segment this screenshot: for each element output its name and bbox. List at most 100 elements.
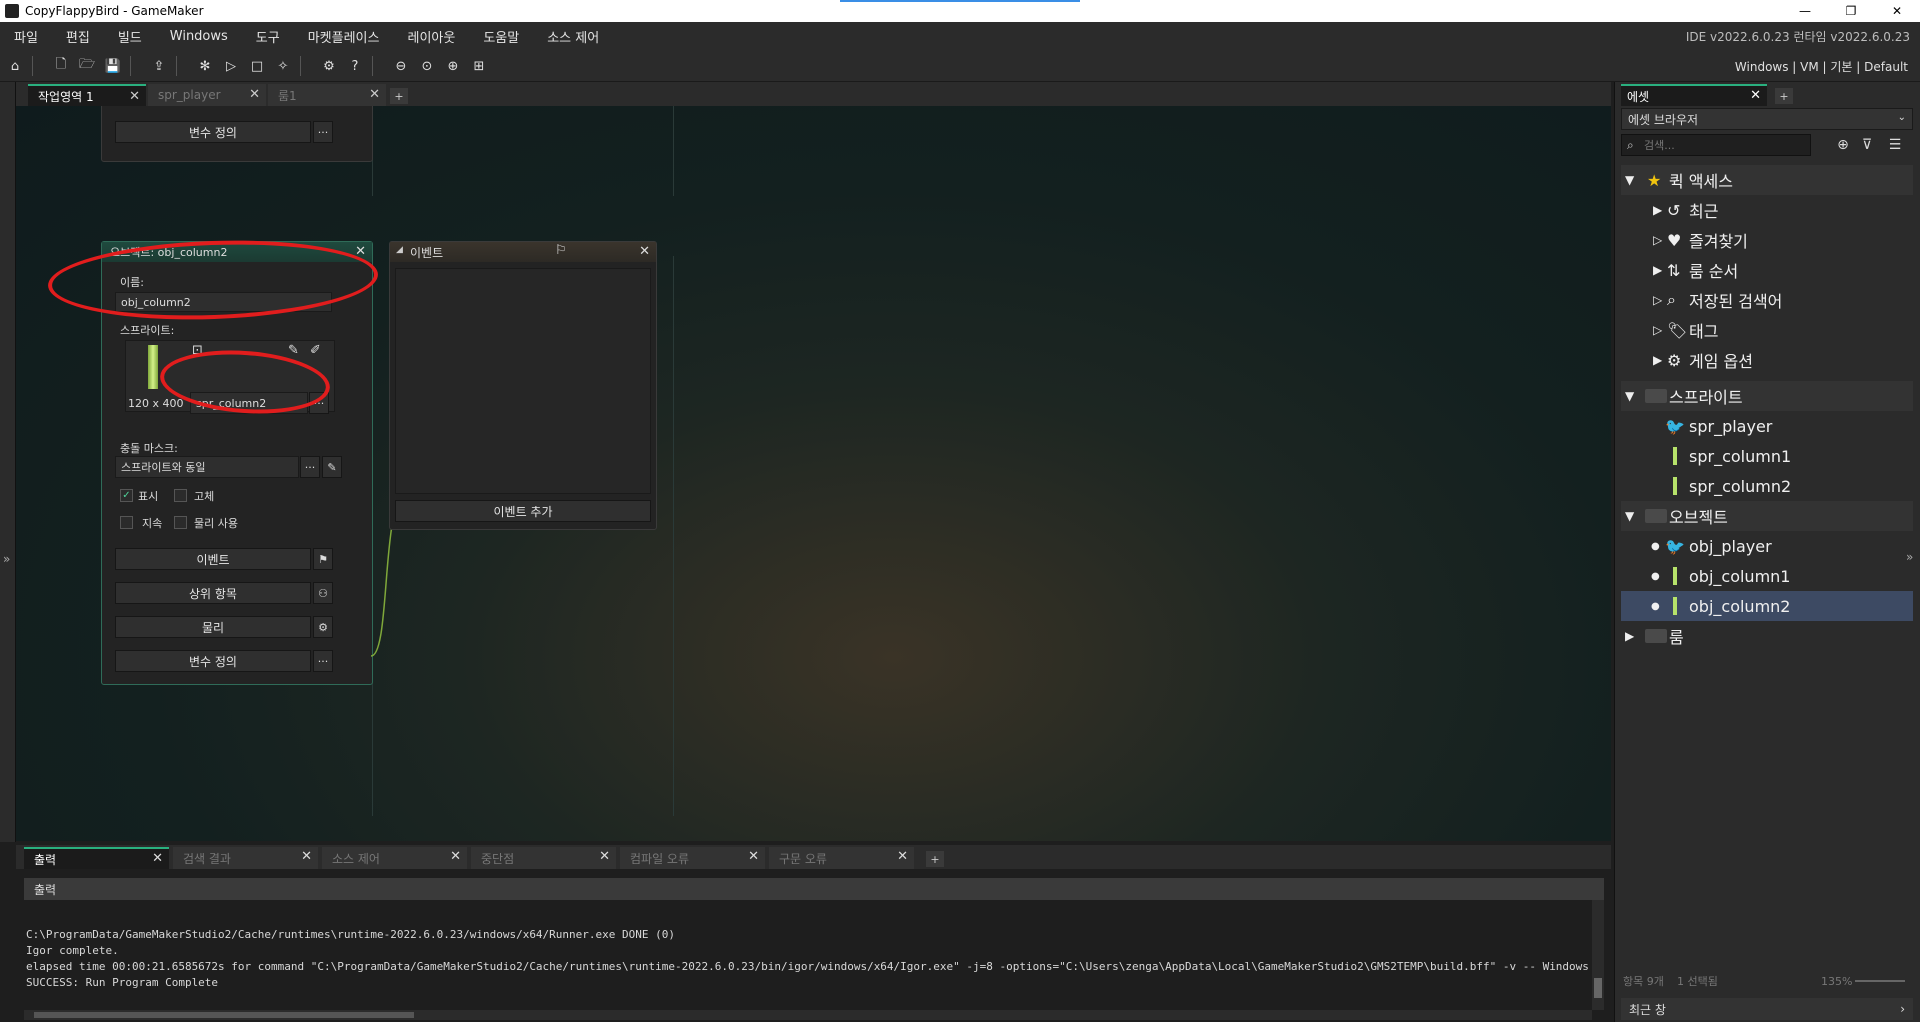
- edit-mask-icon[interactable]: ✎: [322, 456, 342, 478]
- tree-group-quick-access[interactable]: ▼ ★ 퀵 액세스: [1621, 165, 1913, 195]
- add-tab-button[interactable]: +: [390, 88, 408, 104]
- menu-source-control[interactable]: 소스 제어: [533, 27, 613, 46]
- expand-arrow-icon[interactable]: ▶: [1653, 203, 1662, 217]
- collision-mask-select[interactable]: 스프라이트와 동일: [115, 456, 299, 478]
- help-icon[interactable]: ?: [344, 55, 366, 77]
- hierarchy-icon[interactable]: ⚇: [313, 582, 333, 604]
- close-window-button[interactable]: ✕: [1874, 0, 1920, 22]
- menu-build[interactable]: 빌드: [104, 27, 156, 46]
- tree-group-rooms[interactable]: ▶ 룸: [1621, 621, 1913, 651]
- uses-physics-checkbox[interactable]: [174, 516, 187, 529]
- events-button[interactable]: 이벤트: [115, 548, 311, 570]
- settings-icon[interactable]: ⚙: [318, 55, 340, 77]
- zoom-out-icon[interactable]: ⊖: [390, 55, 412, 77]
- sprite-thumbnail[interactable]: [148, 345, 158, 389]
- left-dock-edge[interactable]: »: [0, 82, 16, 842]
- tab-search-results[interactable]: 검색 결과 ✕: [173, 847, 318, 869]
- menu-marketplace[interactable]: 마켓플레이스: [294, 27, 394, 46]
- expand-arrow-icon[interactable]: ▼: [1625, 509, 1634, 523]
- tab-output[interactable]: 출력 ✕: [24, 847, 169, 869]
- tree-item-saved-searches[interactable]: ▷ ⌕ 저장된 검색어: [1621, 285, 1913, 315]
- expand-arrow-icon[interactable]: ▶: [1653, 353, 1662, 367]
- clean-icon[interactable]: ✧: [272, 55, 294, 77]
- add-tab-button[interactable]: +: [926, 851, 944, 867]
- events-panel-header[interactable]: ◢ 이벤트 ⚐ ✕: [390, 242, 656, 262]
- save-icon[interactable]: 💾: [102, 55, 124, 77]
- expand-arrow-icon[interactable]: ▶: [1653, 263, 1662, 277]
- clear-sprite-icon[interactable]: ✐: [310, 343, 328, 361]
- menu-icon[interactable]: ☰: [1885, 135, 1905, 155]
- tab-spr-player[interactable]: spr_player ✕: [148, 84, 266, 106]
- close-tab-icon[interactable]: ✕: [129, 89, 140, 104]
- run-icon[interactable]: ▷: [220, 55, 242, 77]
- tab-source-control[interactable]: 소스 제어 ✕: [322, 847, 467, 869]
- tree-item-room-order[interactable]: ▶ ⇅ 룸 순서: [1621, 255, 1913, 285]
- tree-item-obj-column1[interactable]: ● obj_column1: [1621, 561, 1913, 591]
- physics-button[interactable]: 물리: [115, 616, 311, 638]
- collapse-icon[interactable]: ◢: [396, 245, 403, 255]
- close-tab-icon[interactable]: ✕: [897, 849, 908, 864]
- expand-arrow-icon[interactable]: ▷: [1653, 323, 1662, 337]
- minimize-button[interactable]: —: [1782, 0, 1828, 22]
- menu-windows[interactable]: Windows: [156, 29, 242, 44]
- workspace-canvas[interactable]: 변수 정의 ··· 오브젝트: obj_column2 ✕ 이름: obj_co…: [16, 106, 1611, 841]
- output-horizontal-scrollbar[interactable]: [24, 1010, 1592, 1020]
- var-def-button[interactable]: 변수 정의: [115, 650, 311, 672]
- menu-file[interactable]: 파일: [0, 27, 52, 46]
- asset-search-input[interactable]: ⌕ 검색...: [1621, 134, 1811, 156]
- new-project-icon[interactable]: 🗋: [50, 55, 72, 77]
- tree-item-obj-player[interactable]: ● 🐦 obj_player: [1621, 531, 1913, 561]
- close-tab-icon[interactable]: ✕: [301, 849, 312, 864]
- collision-browse-icon[interactable]: ···: [300, 456, 320, 478]
- home-icon[interactable]: ⌂: [4, 55, 26, 77]
- event-list[interactable]: [395, 268, 651, 494]
- menu-help[interactable]: 도움말: [469, 27, 533, 46]
- close-tab-icon[interactable]: ✕: [450, 849, 461, 864]
- zoom-slider[interactable]: [1855, 980, 1905, 982]
- expand-arrow-icon[interactable]: ▼: [1625, 173, 1634, 187]
- tab-breakpoints[interactable]: 중단점 ✕: [471, 847, 616, 869]
- flag-icon[interactable]: ⚐: [555, 243, 567, 258]
- target-selector[interactable]: Windows | VM | 기본 | Default: [1735, 58, 1908, 75]
- tree-item-recent[interactable]: ▶ ↺ 최근: [1621, 195, 1913, 225]
- tree-item-spr-player[interactable]: 🐦 spr_player: [1621, 411, 1913, 441]
- tab-room-1[interactable]: 룸1 ✕: [268, 84, 386, 106]
- tree-item-obj-column2[interactable]: ● obj_column2: [1621, 591, 1913, 621]
- asset-browser-dropdown[interactable]: 에셋 브라우저 ⌄: [1621, 108, 1913, 130]
- recent-windows-bar[interactable]: 최근 창 ›: [1621, 998, 1913, 1020]
- solid-checkbox[interactable]: [174, 489, 187, 502]
- expand-right-icon[interactable]: »: [1906, 550, 1913, 564]
- zoom-reset-icon[interactable]: ⊙: [416, 55, 438, 77]
- tree-item-game-options[interactable]: ▶ ⚙ 게임 옵션: [1621, 345, 1913, 375]
- tree-group-sprites[interactable]: ▼ 스프라이트: [1621, 381, 1913, 411]
- add-tab-button[interactable]: +: [1775, 88, 1793, 104]
- close-tab-icon[interactable]: ✕: [599, 849, 610, 864]
- scroll-thumb[interactable]: [34, 1012, 414, 1018]
- gear-icon[interactable]: ⚙: [313, 616, 333, 638]
- parent-button[interactable]: 상위 항목: [115, 582, 311, 604]
- tree-group-objects[interactable]: ▼ 오브젝트: [1621, 501, 1913, 531]
- close-tab-icon[interactable]: ✕: [369, 87, 380, 102]
- tab-syntax-errors[interactable]: 구문 오류 ✕: [769, 847, 914, 869]
- expand-arrow-icon[interactable]: ▶: [1625, 629, 1634, 643]
- debug-icon[interactable]: ✻: [194, 55, 216, 77]
- flag-icon[interactable]: ⚑: [313, 548, 333, 570]
- add-event-button[interactable]: 이벤트 추가: [395, 500, 651, 522]
- output-vertical-scrollbar[interactable]: [1592, 900, 1604, 1010]
- visible-checkbox[interactable]: ✓: [120, 489, 133, 502]
- more-options-icon[interactable]: ···: [313, 121, 333, 143]
- expand-arrow-icon[interactable]: ▷: [1653, 233, 1662, 247]
- persistent-checkbox[interactable]: [120, 516, 133, 529]
- scroll-thumb[interactable]: [1594, 978, 1602, 998]
- tree-item-favorites[interactable]: ▷ ♥ 즐겨찾기: [1621, 225, 1913, 255]
- expand-arrow-icon[interactable]: ▷: [1653, 293, 1662, 307]
- tree-item-spr-column2[interactable]: spr_column2: [1621, 471, 1913, 501]
- close-tab-icon[interactable]: ✕: [748, 849, 759, 864]
- more-options-icon[interactable]: ···: [313, 650, 333, 672]
- close-tab-icon[interactable]: ✕: [152, 851, 163, 866]
- tab-assets[interactable]: 에셋 ✕: [1621, 84, 1767, 106]
- export-icon[interactable]: ⇪: [148, 55, 170, 77]
- menu-edit[interactable]: 편집: [52, 27, 104, 46]
- output-log[interactable]: C:\ProgramData/GameMakerStudio2/Cache/ru…: [24, 900, 1592, 1008]
- chevron-right-icon[interactable]: ›: [1900, 1002, 1905, 1016]
